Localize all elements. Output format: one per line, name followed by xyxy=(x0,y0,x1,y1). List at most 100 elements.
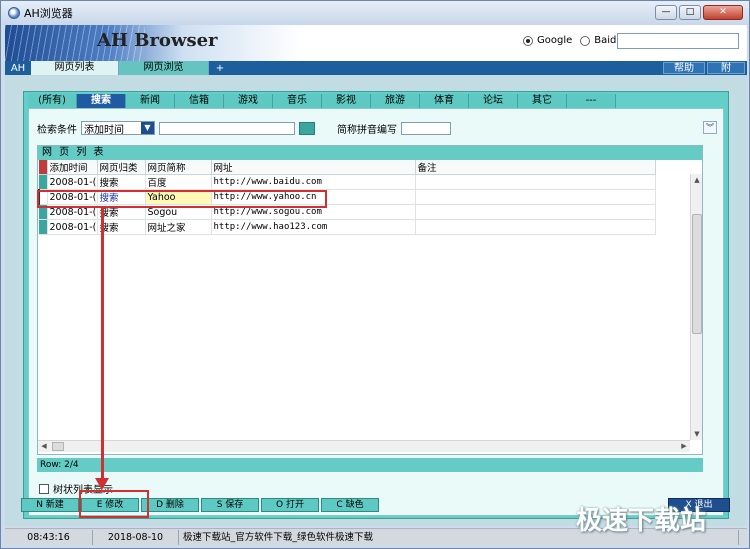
edit-button[interactable]: E 修改 xyxy=(81,498,139,512)
watermark: 极速下载站 xyxy=(576,506,707,536)
minimize-button[interactable]: — xyxy=(655,5,677,20)
scroll-left-icon[interactable]: ◀ xyxy=(38,441,50,452)
search-go-button[interactable] xyxy=(299,121,315,135)
name-cell[interactable]: Yahoo xyxy=(145,189,212,205)
column-header[interactable]: 网址 xyxy=(211,160,416,175)
horizontal-scrollbar[interactable]: ◀ ▶ xyxy=(38,440,690,452)
name-cell: 网址之家 xyxy=(145,219,212,235)
web-search-input[interactable] xyxy=(617,33,739,49)
list-panel: (所有) 搜索 新闻 信箱 游戏 音乐 影视 旅游 体育 论坛 其它 --- 检… xyxy=(23,91,729,519)
table-row[interactable]: 2008-01-( 搜索 Yahoo http://www.yahoo.cn xyxy=(38,189,656,205)
table-row[interactable]: 2008-01-( 搜索 百度 http://www.baidu.com xyxy=(39,174,656,190)
category-tab[interactable]: 论坛 xyxy=(469,94,518,108)
column-header[interactable]: 备注 xyxy=(415,160,656,175)
list-inner: 检索条件 添加时间 ▼ 简称拼音编写 ︾ 网 页 列 表 添加时间 网页归类 网… xyxy=(28,108,724,516)
action-bar: N 新建 E 修改 D 删除 S 保存 O 打开 C 缺色 xyxy=(21,498,379,512)
scroll-thumb[interactable] xyxy=(52,442,64,451)
table-row[interactable]: 2008-01-( 搜索 Sogou http://www.sogou.com xyxy=(39,204,656,220)
tree-checkbox[interactable] xyxy=(39,483,49,494)
category-tab[interactable]: 游戏 xyxy=(224,94,273,108)
baidu-radio[interactable] xyxy=(580,35,591,46)
brand-title: AH Browser xyxy=(97,30,218,51)
row-indicator-header xyxy=(39,160,48,175)
row-indicator xyxy=(38,189,48,205)
column-header[interactable]: 网页归类 xyxy=(97,160,146,175)
button-label: 新建 xyxy=(45,500,64,510)
note-cell xyxy=(415,174,656,190)
row-indicator xyxy=(39,219,48,235)
header-banner: AH Browser Google Baidu xyxy=(5,25,747,61)
window-title: AH浏览器 xyxy=(24,7,73,20)
note-cell xyxy=(415,219,656,235)
shortcut-key: D xyxy=(156,500,164,510)
close-button[interactable]: ✕ xyxy=(703,5,743,20)
delete-button[interactable]: D 删除 xyxy=(141,498,199,512)
new-button[interactable]: N 新建 xyxy=(21,498,79,512)
category-tab[interactable]: --- xyxy=(567,94,616,108)
color-button[interactable]: C 缺色 xyxy=(321,498,379,512)
open-button[interactable]: O 打开 xyxy=(261,498,319,512)
status-date: 2018-08-10 xyxy=(93,529,179,545)
help-button[interactable]: 帮助 xyxy=(663,62,705,74)
tab-page-browse[interactable]: 网页浏览 xyxy=(119,61,209,75)
date-cell: 2008-01-( xyxy=(47,204,98,220)
button-label: 保存 xyxy=(225,500,244,510)
category-cell: 搜索 xyxy=(97,219,146,235)
page-grid: 网 页 列 表 添加时间 网页归类 网页简称 网址 备注 2008-01-(搜… xyxy=(37,145,703,455)
search-row: 检索条件 添加时间 ▼ 简称拼音编写 xyxy=(37,120,451,136)
chevron-down-icon[interactable]: ▼ xyxy=(141,122,154,134)
url-cell: http://www.yahoo.cn xyxy=(211,189,416,205)
button-label: 修改 xyxy=(105,500,124,510)
condition-select[interactable]: 添加时间 ▼ xyxy=(81,121,155,136)
category-tab[interactable]: 其它 xyxy=(518,94,567,108)
ah-menu[interactable]: AH xyxy=(5,63,31,74)
category-tab[interactable]: 体育 xyxy=(420,94,469,108)
name-cell: 百度 xyxy=(145,174,212,190)
button-label: 打开 xyxy=(285,500,304,510)
category-tab[interactable]: 旅游 xyxy=(371,94,420,108)
category-tab[interactable]: 影视 xyxy=(322,94,371,108)
category-tab[interactable]: 信箱 xyxy=(175,94,224,108)
condition-label: 检索条件 xyxy=(37,124,77,136)
grid-table: 添加时间 网页归类 网页简称 网址 备注 2008-01-( 搜索 百度 htt… xyxy=(38,160,656,235)
category-tab[interactable]: 音乐 xyxy=(273,94,322,108)
category-cell: 搜索 xyxy=(97,204,146,220)
row-indicator xyxy=(39,174,48,190)
date-cell: 2008-01-( xyxy=(47,174,98,190)
category-tab[interactable]: (所有) xyxy=(28,94,77,108)
google-label: Google xyxy=(537,35,573,46)
extra-menu-button[interactable]: 附 xyxy=(707,62,745,74)
maximize-button[interactable]: □ xyxy=(679,5,701,20)
scroll-down-icon[interactable]: ▼ xyxy=(691,428,703,440)
column-header[interactable]: 添加时间 xyxy=(47,160,98,175)
shortcut-key: N xyxy=(36,500,43,510)
app-window: AH浏览器 — □ ✕ AH Browser Google Baidu AH 网… xyxy=(0,0,750,549)
scroll-thumb[interactable] xyxy=(692,214,702,334)
vertical-scrollbar[interactable]: ▲ ▼ xyxy=(690,174,702,440)
category-tab[interactable]: 新闻 xyxy=(126,94,175,108)
name-cell: Sogou xyxy=(145,204,212,220)
pinyin-input[interactable] xyxy=(401,121,451,135)
button-label: 缺色 xyxy=(345,500,364,510)
query-input[interactable] xyxy=(159,121,295,135)
save-button[interactable]: S 保存 xyxy=(201,498,259,512)
note-cell xyxy=(415,189,656,205)
grid-header-row: 添加时间 网页归类 网页简称 网址 备注 xyxy=(39,160,656,175)
date-cell: 2008-01-( xyxy=(47,189,98,205)
double-chevron-down-icon[interactable]: ︾ xyxy=(703,121,717,134)
add-tab-button[interactable]: + xyxy=(209,63,231,74)
scroll-right-icon[interactable]: ▶ xyxy=(678,441,690,452)
url-cell: http://www.hao123.com xyxy=(211,219,416,235)
column-header[interactable]: 网页简称 xyxy=(145,160,212,175)
tab-page-list[interactable]: 网页列表 xyxy=(31,61,119,75)
google-radio[interactable] xyxy=(523,35,533,46)
shortcut-key: E xyxy=(96,500,103,510)
pinyin-label: 简称拼音编写 xyxy=(337,124,397,136)
category-cell: 搜索 xyxy=(97,189,146,205)
scroll-up-icon[interactable]: ▲ xyxy=(691,174,703,186)
table-row[interactable]: 2008-01-( 搜索 网址之家 http://www.hao123.com xyxy=(39,219,656,235)
row-info: Row: 2/4 xyxy=(37,458,703,472)
category-tab[interactable]: 搜索 xyxy=(77,94,126,108)
status-time: 08:43:16 xyxy=(5,529,93,545)
content-area: (所有) 搜索 新闻 信箱 游戏 音乐 影视 旅游 体育 论坛 其它 --- 检… xyxy=(5,75,747,526)
